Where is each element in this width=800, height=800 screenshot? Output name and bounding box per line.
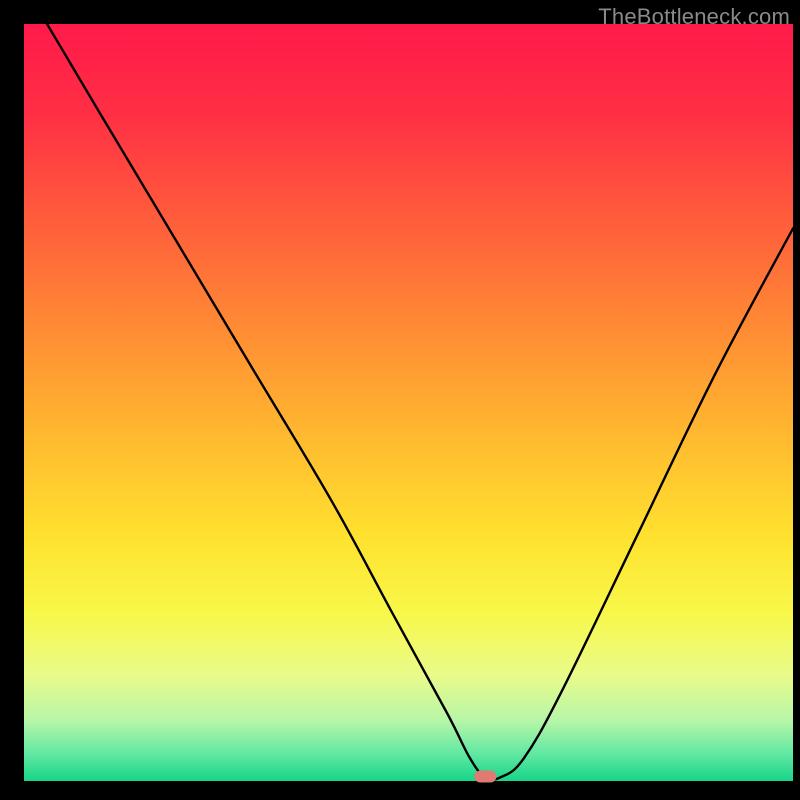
minimum-marker bbox=[474, 770, 496, 782]
plot-background bbox=[24, 24, 793, 781]
chart-container: TheBottleneck.com bbox=[0, 0, 800, 800]
bottleneck-chart bbox=[0, 0, 800, 800]
watermark-label: TheBottleneck.com bbox=[598, 4, 790, 30]
